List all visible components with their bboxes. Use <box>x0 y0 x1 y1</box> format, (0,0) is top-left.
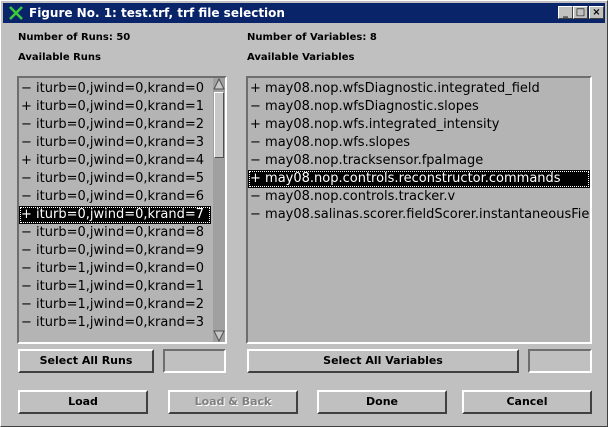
variables-listbox[interactable]: + may08.nop.wfsDiagnostic.integrated_fie… <box>246 76 592 344</box>
variables-header: Available Variables <box>247 52 355 63</box>
runs-scroll-thumb[interactable] <box>214 92 224 158</box>
list-item[interactable]: − iturb=0,jwind=0,krand=2 <box>19 116 211 134</box>
close-button[interactable]: × <box>589 6 604 19</box>
maximize-button[interactable]: □ <box>573 6 588 19</box>
scroll-up-icon[interactable] <box>213 78 225 90</box>
runs-listbox[interactable]: − iturb=0,jwind=0,krand=0 + iturb=0,jwind… <box>17 76 227 344</box>
list-item[interactable]: − iturb=1,jwind=0,krand=1 <box>19 278 211 296</box>
list-item[interactable]: − may08.nop.wfs.slopes <box>248 134 590 152</box>
scroll-down-icon[interactable] <box>213 330 225 342</box>
done-button[interactable]: Done <box>317 390 447 414</box>
list-item[interactable]: + iturb=0,jwind=0,krand=7 <box>19 206 211 224</box>
variables-list: + may08.nop.wfsDiagnostic.integrated_fie… <box>248 80 590 224</box>
list-item[interactable]: − iturb=0,jwind=0,krand=9 <box>19 242 211 260</box>
maximize-icon: □ <box>575 7 586 18</box>
list-item[interactable]: − may08.nop.controls.tracker.v <box>248 188 590 206</box>
minimize-icon: _ <box>563 7 568 18</box>
title-bar[interactable]: Figure No. 1: test.trf, trf file selecti… <box>3 3 605 23</box>
select-all-runs-button[interactable]: Select All Runs <box>18 349 154 373</box>
select-all-variables-button[interactable]: Select All Variables <box>247 349 519 373</box>
runs-list: − iturb=0,jwind=0,krand=0 + iturb=0,jwind… <box>19 80 211 332</box>
list-item[interactable]: − may08.nop.tracksensor.fpaImage <box>248 152 590 170</box>
load-and-back-button[interactable]: Load & Back <box>168 390 298 414</box>
list-item[interactable]: − iturb=0,jwind=0,krand=8 <box>19 224 211 242</box>
close-icon: × <box>592 7 601 18</box>
list-item[interactable]: − may08.nop.wfsDiagnostic.slopes <box>248 98 590 116</box>
x-app-icon <box>9 6 23 20</box>
runs-selection-field[interactable] <box>163 349 226 373</box>
list-item[interactable]: + may08.nop.controls.reconstructor.comma… <box>248 170 590 188</box>
variables-count-label: Number of Variables: 8 <box>247 32 377 43</box>
list-item[interactable]: − iturb=0,jwind=0,krand=6 <box>19 188 211 206</box>
list-item[interactable]: − iturb=1,jwind=0,krand=0 <box>19 260 211 278</box>
runs-count-label: Number of Runs: 50 <box>18 32 131 43</box>
list-item[interactable]: + iturb=0,jwind=0,krand=1 <box>19 98 211 116</box>
list-item[interactable]: − iturb=0,jwind=0,krand=5 <box>19 170 211 188</box>
window-title: Figure No. 1: test.trf, trf file selecti… <box>29 6 285 20</box>
list-item[interactable]: + may08.nop.wfs.integrated_intensity <box>248 116 590 134</box>
list-item[interactable]: − iturb=0,jwind=0,krand=3 <box>19 134 211 152</box>
list-item[interactable]: + iturb=0,jwind=0,krand=4 <box>19 152 211 170</box>
minimize-button[interactable]: _ <box>558 6 573 19</box>
load-button[interactable]: Load <box>18 390 148 414</box>
list-item[interactable]: − may08.salinas.scorer.fieldScorer.insta… <box>248 206 590 224</box>
runs-header: Available Runs <box>18 52 101 63</box>
list-item[interactable]: − iturb=1,jwind=0,krand=2 <box>19 296 211 314</box>
list-item[interactable]: − iturb=0,jwind=0,krand=0 <box>19 80 211 98</box>
cancel-button[interactable]: Cancel <box>462 390 592 414</box>
list-item[interactable]: − iturb=1,jwind=0,krand=3 <box>19 314 211 332</box>
list-item[interactable]: + may08.nop.wfsDiagnostic.integrated_fie… <box>248 80 590 98</box>
app-window: Figure No. 1: test.trf, trf file selecti… <box>0 0 608 427</box>
runs-scrollbar[interactable] <box>213 78 225 342</box>
variables-selection-field[interactable] <box>528 349 592 373</box>
